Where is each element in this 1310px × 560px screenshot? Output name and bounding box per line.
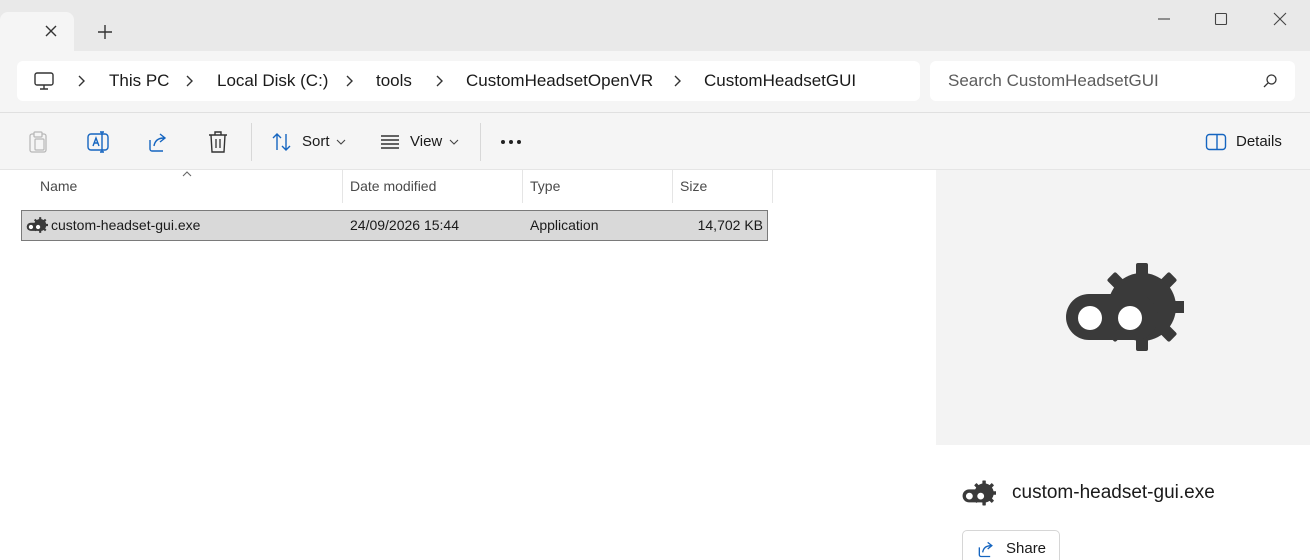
- sort-button[interactable]: Sort: [302, 133, 330, 150]
- breadcrumb-item-customheadsetopenvr[interactable]: CustomHeadsetOpenVR: [466, 61, 653, 101]
- paste-icon[interactable]: [26, 130, 50, 154]
- file-date-modified: 24/09/2026 15:44: [350, 217, 459, 233]
- preview-area: [936, 170, 1310, 445]
- sort-icon[interactable]: [270, 130, 294, 154]
- details-pane-icon[interactable]: [1204, 130, 1228, 154]
- chevron-right-icon[interactable]: [669, 73, 685, 89]
- close-window-icon[interactable]: [1265, 6, 1295, 32]
- share-icon: [978, 541, 993, 558]
- breadcrumb-item-customheadsetgui[interactable]: CustomHeadsetGUI: [704, 61, 856, 101]
- chevron-right-icon[interactable]: [73, 73, 89, 89]
- file-size: 14,702 KB: [697, 217, 763, 233]
- breadcrumb-item-tools[interactable]: tools: [376, 61, 412, 101]
- close-tab-icon[interactable]: [40, 20, 62, 42]
- headset-gear-icon: [1064, 262, 1184, 352]
- address-row: This PC Local Disk (C:) tools CustomHead…: [0, 51, 1310, 112]
- this-pc-icon[interactable]: [33, 70, 55, 92]
- column-header-size[interactable]: Size: [672, 170, 773, 203]
- toolbar-divider: [480, 123, 481, 161]
- delete-icon[interactable]: [206, 130, 230, 154]
- column-header-type[interactable]: Type: [522, 170, 673, 203]
- share-label: Share: [1006, 540, 1047, 557]
- details-button[interactable]: Details: [1236, 133, 1282, 150]
- headset-gear-icon: [26, 217, 48, 233]
- details-file-name: custom-headset-gui.exe: [1012, 482, 1215, 503]
- title-bar: [0, 0, 1310, 51]
- headset-gear-icon: [962, 480, 996, 506]
- file-type: Application: [530, 217, 599, 233]
- sort-ascending-icon: [182, 171, 192, 177]
- toolbar-divider: [251, 123, 252, 161]
- file-list: Name Date modified Type Size custom-head…: [0, 170, 935, 560]
- chevron-down-icon[interactable]: [449, 138, 459, 146]
- chevron-right-icon[interactable]: [431, 73, 447, 89]
- search-input[interactable]: Search CustomHeadsetGUI: [930, 61, 1295, 101]
- share-button[interactable]: Share: [962, 530, 1060, 560]
- minimize-icon[interactable]: [1149, 6, 1179, 32]
- command-bar: Sort View Details: [0, 112, 1310, 170]
- breadcrumb-item-this-pc[interactable]: This PC: [109, 61, 169, 101]
- view-button[interactable]: View: [410, 133, 442, 150]
- file-name: custom-headset-gui.exe: [51, 217, 201, 233]
- details-pane: custom-headset-gui.exe Share: [935, 170, 1310, 560]
- search-icon[interactable]: [1262, 73, 1278, 89]
- tab-current[interactable]: [0, 12, 74, 51]
- share-icon[interactable]: [146, 130, 170, 154]
- rename-icon[interactable]: [86, 130, 110, 154]
- view-icon[interactable]: [378, 130, 402, 154]
- column-header-date-modified[interactable]: Date modified: [342, 170, 523, 203]
- new-tab-button[interactable]: [94, 21, 116, 43]
- address-bar[interactable]: This PC Local Disk (C:) tools CustomHead…: [17, 61, 920, 101]
- more-options-icon[interactable]: [499, 130, 523, 154]
- maximize-icon[interactable]: [1206, 6, 1236, 32]
- chevron-down-icon[interactable]: [336, 138, 346, 146]
- table-row[interactable]: custom-headset-gui.exe 24/09/2026 15:44 …: [21, 210, 768, 241]
- chevron-right-icon[interactable]: [181, 73, 197, 89]
- search-placeholder: Search CustomHeadsetGUI: [948, 71, 1159, 90]
- breadcrumb-item-local-disk[interactable]: Local Disk (C:): [217, 61, 328, 101]
- chevron-right-icon[interactable]: [341, 73, 357, 89]
